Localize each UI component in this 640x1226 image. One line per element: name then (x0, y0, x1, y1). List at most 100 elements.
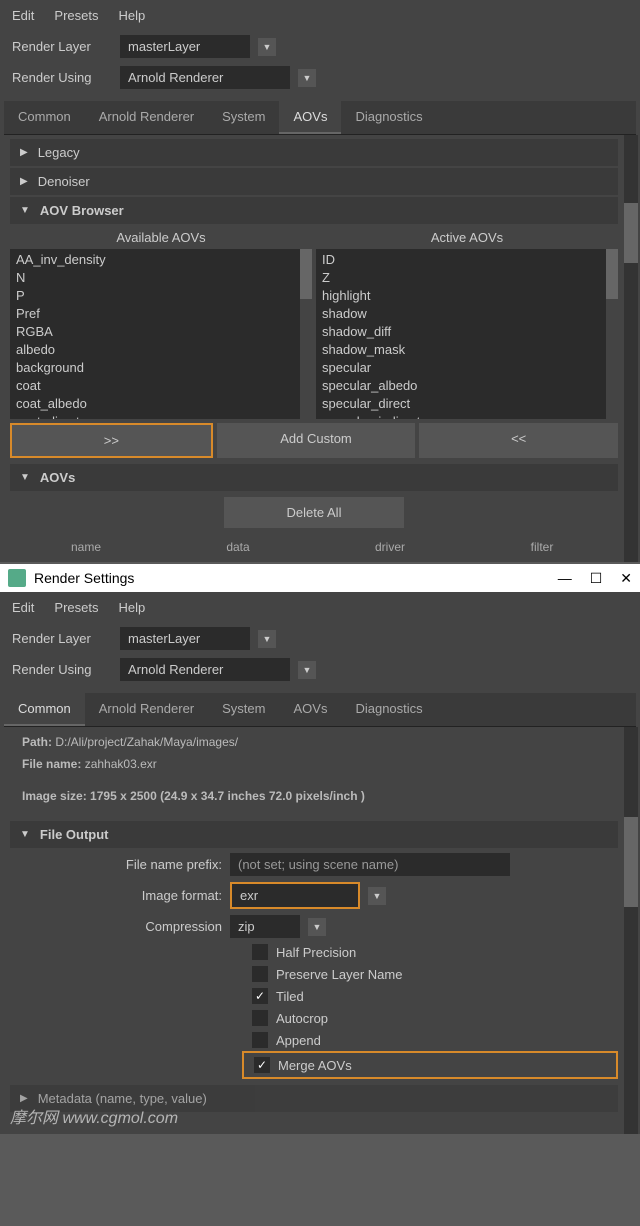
section-label: File Output (40, 827, 109, 842)
chevron-down-icon[interactable]: ▼ (368, 887, 386, 905)
section-denoiser[interactable]: ▶ Denoiser (10, 168, 618, 195)
chevron-down-icon[interactable]: ▼ (258, 630, 276, 648)
list-item[interactable]: ID (322, 251, 612, 269)
menu-edit[interactable]: Edit (12, 600, 34, 615)
compression-dropdown[interactable]: zip (230, 915, 300, 938)
section-label: AOVs (40, 470, 75, 485)
section-metadata[interactable]: ▶ Metadata (name, type, value) (10, 1085, 618, 1112)
chevron-down-icon[interactable]: ▼ (258, 38, 276, 56)
available-aovs-title: Available AOVs (10, 226, 312, 249)
list-item[interactable]: background (16, 359, 306, 377)
maximize-button[interactable]: ☐ (590, 570, 603, 587)
list-item[interactable]: specular_direct (322, 395, 612, 413)
section-legacy[interactable]: ▶ Legacy (10, 139, 618, 166)
render-layer-dropdown[interactable]: masterLayer (120, 627, 250, 650)
section-label: Metadata (name, type, value) (38, 1091, 207, 1106)
list-item[interactable]: shadow_mask (322, 341, 612, 359)
close-button[interactable]: ✕ (620, 570, 632, 587)
half-precision-checkbox[interactable] (252, 944, 268, 960)
scrollbar[interactable] (624, 135, 638, 562)
image-format-dropdown[interactable]: exr (230, 882, 360, 909)
menu-help[interactable]: Help (118, 8, 145, 23)
list-item[interactable]: AA_inv_density (16, 251, 306, 269)
compression-value: zip (238, 919, 255, 934)
filename-value: zahhak03.exr (85, 757, 157, 771)
section-aov-browser[interactable]: ▼ AOV Browser (10, 197, 618, 224)
list-item[interactable]: shadow (322, 305, 612, 323)
preserve-layer-checkbox[interactable] (252, 966, 268, 982)
tab-arnold[interactable]: Arnold Renderer (85, 693, 208, 726)
render-layer-value: masterLayer (128, 631, 200, 646)
remove-aov-button[interactable]: << (419, 423, 618, 458)
menu-edit[interactable]: Edit (12, 8, 34, 23)
tab-aovs[interactable]: AOVs (279, 101, 341, 134)
list-item[interactable]: specular_albedo (322, 377, 612, 395)
scrollbar[interactable] (606, 249, 618, 419)
available-aovs-list[interactable]: AA_inv_density N P Pref RGBA albedo back… (10, 249, 312, 419)
list-item[interactable]: Z (322, 269, 612, 287)
render-layer-dropdown[interactable]: masterLayer (120, 35, 250, 58)
chevron-down-icon[interactable]: ▼ (308, 918, 326, 936)
scrollbar[interactable] (624, 727, 638, 1134)
scrollbar[interactable] (300, 249, 312, 419)
chevron-down-icon: ▼ (20, 829, 30, 840)
list-item[interactable]: N (16, 269, 306, 287)
tab-system[interactable]: System (208, 693, 279, 726)
prefix-label: File name prefix: (22, 857, 222, 872)
menu-presets[interactable]: Presets (54, 8, 98, 23)
list-item[interactable]: highlight (322, 287, 612, 305)
imagesize-label: Image size: (22, 789, 87, 803)
menu-presets[interactable]: Presets (54, 600, 98, 615)
chevron-down-icon[interactable]: ▼ (298, 661, 316, 679)
render-using-dropdown[interactable]: Arnold Renderer (120, 66, 290, 89)
add-custom-button[interactable]: Add Custom (217, 423, 416, 458)
list-item[interactable]: RGBA (16, 323, 306, 341)
tab-system[interactable]: System (208, 101, 279, 134)
format-value: exr (240, 888, 258, 903)
list-item[interactable]: coat_albedo (16, 395, 306, 413)
imagesize-value: 1795 x 2500 (24.9 x 34.7 inches 72.0 pix… (90, 789, 365, 803)
prefix-input[interactable]: (not set; using scene name) (230, 853, 510, 876)
list-item[interactable]: Pref (16, 305, 306, 323)
render-layer-label: Render Layer (12, 631, 112, 646)
half-precision-label: Half Precision (276, 945, 356, 960)
render-using-dropdown[interactable]: Arnold Renderer (120, 658, 290, 681)
preserve-layer-label: Preserve Layer Name (276, 967, 402, 982)
tab-common[interactable]: Common (4, 101, 85, 134)
list-item[interactable]: specular_indirect (322, 413, 612, 419)
path-label: Path: (22, 735, 52, 749)
section-file-output[interactable]: ▼ File Output (10, 821, 618, 848)
window-title: Render Settings (34, 570, 134, 586)
app-icon (8, 569, 26, 587)
autocrop-label: Autocrop (276, 1011, 328, 1026)
format-label: Image format: (22, 888, 222, 903)
list-item[interactable]: albedo (16, 341, 306, 359)
list-item[interactable]: shadow_diff (322, 323, 612, 341)
minimize-button[interactable]: — (558, 570, 572, 586)
tab-common[interactable]: Common (4, 693, 85, 726)
chevron-down-icon[interactable]: ▼ (298, 69, 316, 87)
list-item[interactable]: coat_direct (16, 413, 306, 419)
merge-aovs-checkbox[interactable]: ✓ (254, 1057, 270, 1073)
tiled-checkbox[interactable]: ✓ (252, 988, 268, 1004)
autocrop-checkbox[interactable] (252, 1010, 268, 1026)
tab-aovs[interactable]: AOVs (279, 693, 341, 726)
tab-diagnostics[interactable]: Diagnostics (341, 693, 436, 726)
render-using-label: Render Using (12, 662, 112, 677)
list-item[interactable]: coat (16, 377, 306, 395)
filename-label: File name: (22, 757, 81, 771)
add-aov-button[interactable]: >> (10, 423, 213, 458)
menu-help[interactable]: Help (118, 600, 145, 615)
render-layer-value: masterLayer (128, 39, 200, 54)
active-aovs-list[interactable]: ID Z highlight shadow shadow_diff shadow… (316, 249, 618, 419)
tab-arnold[interactable]: Arnold Renderer (85, 101, 208, 134)
tiled-label: Tiled (276, 989, 304, 1004)
section-label: Denoiser (38, 174, 90, 189)
tab-diagnostics[interactable]: Diagnostics (341, 101, 436, 134)
delete-all-button[interactable]: Delete All (224, 497, 404, 528)
chevron-right-icon: ▶ (20, 1093, 28, 1104)
append-checkbox[interactable] (252, 1032, 268, 1048)
list-item[interactable]: P (16, 287, 306, 305)
section-aovs[interactable]: ▼ AOVs (10, 464, 618, 491)
list-item[interactable]: specular (322, 359, 612, 377)
